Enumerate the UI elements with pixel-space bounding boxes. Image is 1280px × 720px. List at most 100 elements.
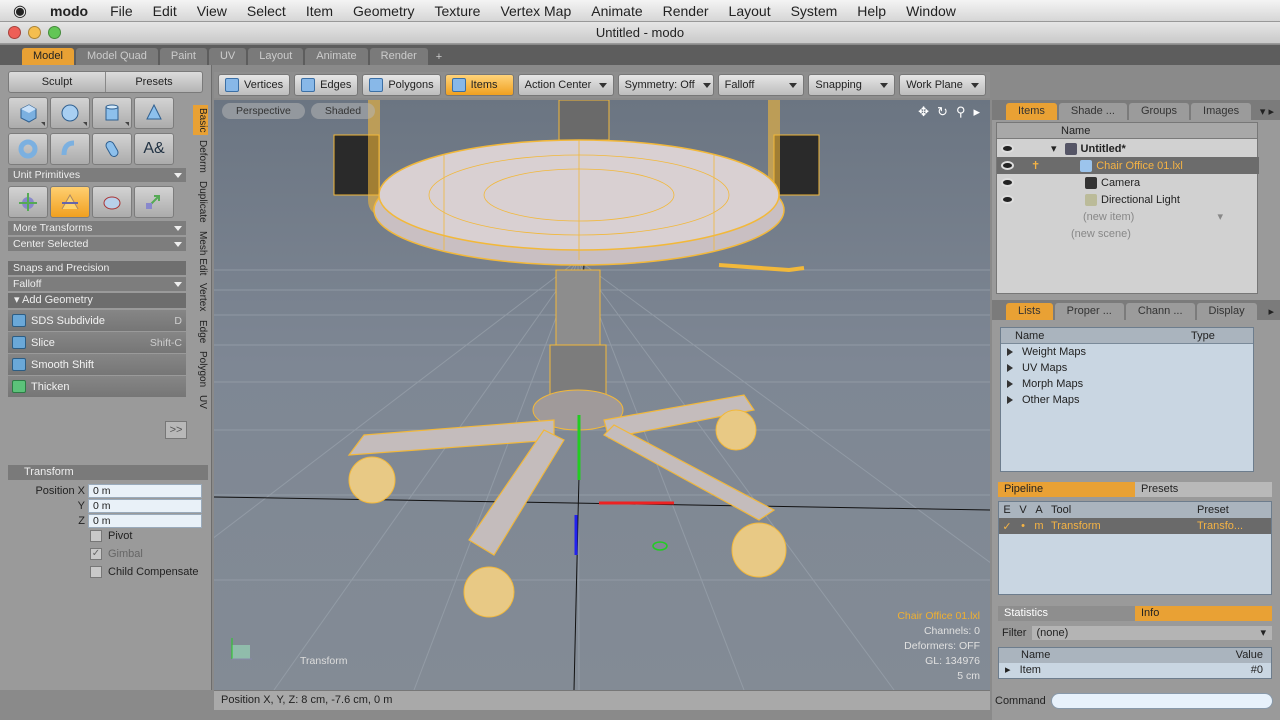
falloff-toolbar-dropdown[interactable]: Falloff — [717, 74, 805, 96]
eye-icon[interactable] — [1001, 144, 1014, 153]
unit-primitives-dropdown[interactable]: Unit Primitives — [8, 168, 186, 182]
tab-lists[interactable]: Lists — [1006, 303, 1053, 320]
work-plane-dropdown[interactable]: Work Plane — [899, 74, 986, 96]
tab-overflow-icon[interactable]: ▸ — [1262, 305, 1280, 320]
vtab-duplicate[interactable]: Duplicate — [193, 178, 208, 226]
add-tab-button[interactable]: + — [430, 51, 448, 65]
pivot-checkbox[interactable]: Pivot — [90, 530, 132, 542]
menu-vertex-map[interactable]: Vertex Map — [490, 3, 581, 19]
visible-dot-icon[interactable]: • — [1015, 520, 1031, 532]
expand-triangle-icon[interactable] — [1007, 364, 1013, 372]
menu-view[interactable]: View — [187, 3, 237, 19]
expand-button[interactable]: >> — [165, 421, 187, 439]
tab-animate[interactable]: Animate — [305, 48, 368, 65]
cube-icon[interactable] — [8, 97, 48, 129]
rotate-transform-icon[interactable] — [92, 186, 132, 218]
tab-presets[interactable]: Presets — [1135, 482, 1272, 497]
vtab-deform[interactable]: Deform — [193, 137, 208, 177]
move-transform-icon[interactable] — [8, 186, 48, 218]
more-transforms-dropdown[interactable]: More Transforms — [8, 221, 186, 235]
falloff-dropdown[interactable]: Falloff — [8, 277, 186, 291]
tab-info[interactable]: Info — [1135, 606, 1272, 621]
tab-render[interactable]: Render — [369, 48, 428, 65]
pan-icon[interactable]: ✥ — [918, 104, 929, 120]
list-name-header[interactable]: Name — [1001, 330, 1191, 342]
menu-item[interactable]: Item — [296, 3, 343, 19]
gimbal-checkbox[interactable]: ✓ Gimbal — [90, 548, 143, 560]
action-center-dropdown[interactable]: Action Center — [517, 74, 614, 96]
menu-texture[interactable]: Texture — [425, 3, 491, 19]
eye-icon[interactable] — [1001, 178, 1014, 187]
tab-uv[interactable]: UV — [208, 48, 247, 65]
menu-animate[interactable]: Animate — [581, 3, 652, 19]
tab-groups[interactable]: Groups — [1128, 103, 1190, 120]
vtab-edge[interactable]: Edge — [193, 316, 208, 347]
list-item[interactable]: UV Maps — [1001, 360, 1253, 376]
menu-system[interactable]: System — [781, 3, 848, 19]
menu-app[interactable]: modo — [40, 3, 100, 19]
tab-pipeline[interactable]: Pipeline — [998, 482, 1135, 497]
sphere-icon[interactable] — [50, 97, 90, 129]
snaps-precision-header[interactable]: Snaps and Precision — [8, 261, 186, 275]
slice-button[interactable]: Slice Shift-C — [8, 332, 186, 353]
tab-overflow-icon[interactable]: ▾ ▸ — [1254, 105, 1280, 120]
list-item-chair[interactable]: ✝ Chair Office 01.lxl — [997, 157, 1259, 174]
list-item-scene[interactable]: ▾ Untitled* — [997, 140, 1259, 157]
center-selected-dropdown[interactable]: Center Selected — [8, 237, 186, 251]
3d-viewport[interactable]: Perspective Shaded ✥ ↻ ⚲ ▸ Chair Office … — [214, 100, 990, 690]
tab-images[interactable]: Images — [1191, 103, 1252, 120]
zoom-icon[interactable]: ⚲ — [956, 104, 966, 120]
vtab-mesh-edit[interactable]: Mesh Edit — [193, 227, 208, 279]
tube-icon[interactable] — [50, 133, 90, 165]
table-row[interactable]: ▸ Item #0 — [999, 663, 1271, 678]
apple-icon[interactable]: ◉ — [0, 1, 40, 21]
tab-statistics[interactable]: Statistics — [998, 606, 1135, 621]
tab-display[interactable]: Display — [1196, 303, 1257, 320]
sculpt-button[interactable]: Sculpt — [9, 72, 105, 92]
tab-shade[interactable]: Shade ... — [1058, 103, 1127, 120]
shaded-dropdown[interactable]: Shaded — [310, 103, 376, 119]
new-item-dropdown[interactable]: (new item) ▾ — [997, 208, 1259, 225]
list-item-light[interactable]: Directional Light — [997, 191, 1259, 208]
cylinder-icon[interactable] — [92, 97, 132, 129]
snapping-dropdown[interactable]: Snapping — [808, 74, 896, 96]
tab-properties[interactable]: Proper ... — [1054, 303, 1124, 320]
menu-render[interactable]: Render — [653, 3, 719, 19]
scale-transform-icon[interactable] — [134, 186, 174, 218]
transform-tool-icon[interactable] — [50, 186, 90, 218]
presets-button[interactable]: Presets — [105, 72, 202, 92]
list-item-camera[interactable]: Camera — [997, 174, 1259, 191]
capsule-icon[interactable] — [92, 133, 132, 165]
add-geometry-header[interactable]: ▾ Add Geometry — [8, 293, 186, 308]
list-item[interactable]: Other Maps — [1001, 392, 1253, 408]
expand-triangle-icon[interactable]: ▾ — [1051, 142, 1057, 155]
smooth-shift-button[interactable]: Smooth Shift — [8, 354, 186, 375]
vtab-basic[interactable]: Basic — [193, 105, 208, 136]
symmetry-dropdown[interactable]: Symmetry: Off — [617, 74, 714, 96]
expand-triangle-icon[interactable] — [1007, 348, 1013, 356]
edges-mode-button[interactable]: Edges — [294, 74, 359, 96]
menu-geometry[interactable]: Geometry — [343, 3, 424, 19]
rotate-icon[interactable]: ↻ — [937, 104, 948, 120]
polygons-mode-button[interactable]: Polygons — [362, 74, 441, 96]
text-icon[interactable]: A& — [134, 133, 174, 165]
vtab-vertex[interactable]: Vertex — [193, 280, 208, 315]
menu-select[interactable]: Select — [237, 3, 296, 19]
command-input[interactable] — [1050, 693, 1273, 709]
list-item[interactable]: Morph Maps — [1001, 376, 1253, 392]
menu-help[interactable]: Help — [847, 3, 896, 19]
torus-icon[interactable] — [8, 133, 48, 165]
maximize-icon[interactable]: ▸ — [973, 104, 980, 120]
vertices-mode-button[interactable]: Vertices — [218, 74, 291, 96]
position-z-field[interactable]: 0 m — [88, 513, 202, 528]
vtab-polygon[interactable]: Polygon — [193, 348, 208, 391]
new-scene-item[interactable]: (new scene) — [997, 225, 1259, 242]
perspective-dropdown[interactable]: Perspective — [222, 103, 305, 119]
tab-model[interactable]: Model — [22, 48, 74, 65]
vtab-uv[interactable]: UV — [193, 392, 208, 413]
tab-layout[interactable]: Layout — [248, 48, 304, 65]
menu-file[interactable]: File — [100, 3, 143, 19]
sds-subdivide-button[interactable]: SDS Subdivide D — [8, 310, 186, 331]
eye-icon[interactable] — [1001, 161, 1014, 170]
list-type-header[interactable]: Type — [1191, 330, 1215, 342]
